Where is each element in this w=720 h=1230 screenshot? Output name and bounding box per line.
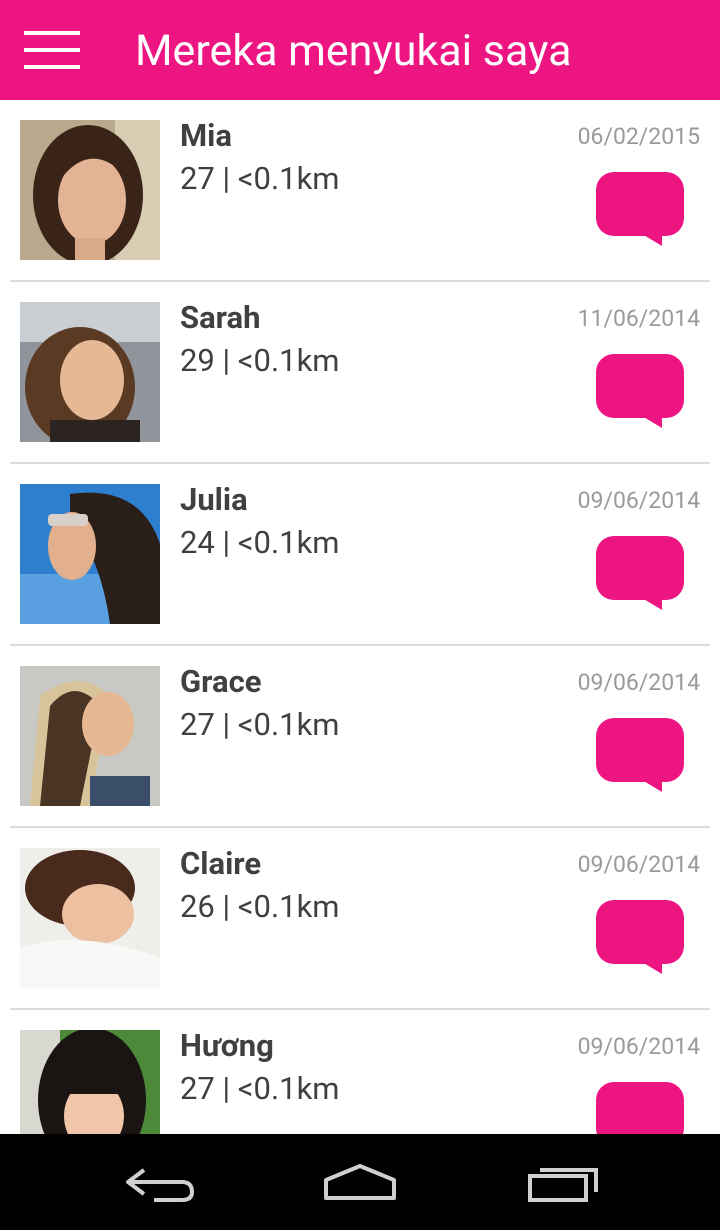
back-arrow-icon[interactable]	[120, 1160, 200, 1206]
avatar[interactable]	[20, 848, 160, 988]
like-date: 09/06/2014	[577, 1033, 700, 1060]
chat-bubble-icon[interactable]	[596, 718, 684, 792]
system-nav-bar	[0, 1134, 720, 1230]
chat-bubble-icon[interactable]	[596, 536, 684, 610]
user-name: Julia	[180, 481, 248, 518]
user-name: Grace	[180, 663, 262, 700]
user-name: Claire	[180, 845, 262, 882]
user-details: 29 | <0.1km	[180, 342, 340, 379]
avatar[interactable]	[20, 484, 160, 624]
hamburger-menu-icon[interactable]	[24, 31, 80, 69]
user-details: 24 | <0.1km	[180, 524, 340, 561]
recent-apps-icon[interactable]	[524, 1160, 604, 1206]
avatar[interactable]	[20, 666, 160, 806]
user-details: 27 | <0.1km	[180, 160, 340, 197]
user-details: 27 | <0.1km	[180, 1070, 340, 1107]
avatar[interactable]	[20, 302, 160, 442]
like-date: 09/06/2014	[577, 487, 700, 514]
page-title: Mereka menyukai saya	[135, 26, 572, 76]
list-item[interactable]: Hương 27 | <0.1km 09/06/2014	[0, 1010, 720, 1134]
list-item[interactable]: Julia 24 | <0.1km 09/06/2014	[0, 464, 720, 646]
home-icon[interactable]	[320, 1160, 400, 1206]
chat-bubble-icon[interactable]	[596, 900, 684, 974]
list-item[interactable]: Grace 27 | <0.1km 09/06/2014	[0, 646, 720, 828]
like-date: 06/02/2015	[577, 123, 700, 150]
user-name: Mia	[180, 117, 232, 154]
chat-bubble-icon[interactable]	[596, 354, 684, 428]
list-item[interactable]: Claire 26 | <0.1km 09/06/2014	[0, 828, 720, 1010]
list-item[interactable]: Mia 27 | <0.1km 06/02/2015	[0, 100, 720, 282]
avatar[interactable]	[20, 120, 160, 260]
likes-list[interactable]: Mia 27 | <0.1km 06/02/2015 Sarah 29 | <0…	[0, 100, 720, 1134]
chat-bubble-icon[interactable]	[596, 172, 684, 246]
like-date: 11/06/2014	[577, 305, 700, 332]
list-item[interactable]: Sarah 29 | <0.1km 11/06/2014	[0, 282, 720, 464]
user-name: Sarah	[180, 299, 261, 336]
user-details: 27 | <0.1km	[180, 706, 340, 743]
user-details: 26 | <0.1km	[180, 888, 340, 925]
like-date: 09/06/2014	[577, 851, 700, 878]
chat-bubble-icon[interactable]	[596, 1082, 684, 1134]
avatar[interactable]	[20, 1030, 160, 1134]
app-bar: Mereka menyukai saya	[0, 0, 720, 100]
like-date: 09/06/2014	[577, 669, 700, 696]
user-name: Hương	[180, 1027, 274, 1064]
